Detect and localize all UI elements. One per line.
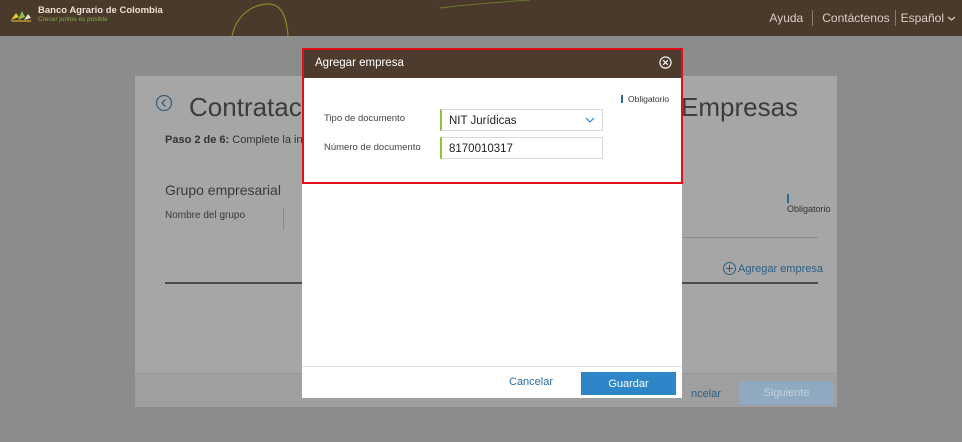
add-company-label: Agregar empresa (738, 262, 823, 275)
document-number-label: Número de documento (324, 142, 421, 153)
language-label: Español (900, 11, 944, 25)
chevron-down-icon (585, 117, 595, 123)
modal-title: Agregar empresa (315, 57, 404, 69)
top-navbar: Banco Agrario de Colombia Crecer juntos … (0, 0, 962, 36)
group-name-label: Nombre del grupo (165, 210, 246, 221)
step-number: Paso 2 de 6: (165, 134, 230, 146)
add-company-modal: Agregar empresa Obligatorio Tipo de docu… (302, 48, 682, 398)
document-type-value: NIT Jurídicas (449, 115, 517, 127)
step-text: Complete la info (232, 134, 312, 146)
back-arrow-icon[interactable] (155, 94, 173, 112)
modal-footer: Cancelar Guardar (302, 366, 682, 398)
section-title: Grupo empresarial (165, 182, 281, 198)
group-name-field[interactable] (283, 208, 284, 230)
document-type-label: Tipo de documento (324, 113, 405, 124)
modal-header: Agregar empresa (302, 48, 682, 78)
next-button[interactable]: Siguiente (739, 381, 834, 405)
required-note: Obligatorio (787, 194, 837, 214)
add-company-link[interactable]: Agregar empresa (723, 262, 823, 275)
chevron-down-icon (947, 16, 956, 21)
cancel-button[interactable]: Cancelar (509, 376, 553, 388)
step-indicator: Paso 2 de 6: Complete la info (165, 134, 312, 146)
save-button[interactable]: Guardar (581, 372, 676, 395)
brand[interactable]: Banco Agrario de Colombia Crecer juntos … (10, 6, 163, 24)
document-number-input[interactable]: 8170010317 (440, 137, 603, 159)
bank-logo-icon (11, 11, 31, 22)
brand-tagline: Crecer juntos es posible (38, 16, 108, 23)
contact-link[interactable]: Contáctenos (822, 11, 889, 25)
page-title-continued: Empresas (681, 92, 799, 122)
cancel-link[interactable]: ncelar (691, 388, 721, 400)
document-type-select[interactable]: NIT Jurídicas (440, 109, 603, 131)
language-selector[interactable]: Español (901, 11, 956, 25)
required-note: Obligatorio (621, 94, 669, 104)
plus-circle-icon (723, 262, 736, 275)
nav-divider (812, 10, 814, 26)
close-circle-icon[interactable] (659, 56, 672, 69)
help-link[interactable]: Ayuda (769, 11, 803, 25)
divider (681, 237, 818, 238)
nav-divider (894, 10, 896, 26)
brand-name: Banco Agrario de Colombia (38, 5, 163, 16)
top-nav-links: Ayuda Contáctenos Español (769, 0, 956, 36)
